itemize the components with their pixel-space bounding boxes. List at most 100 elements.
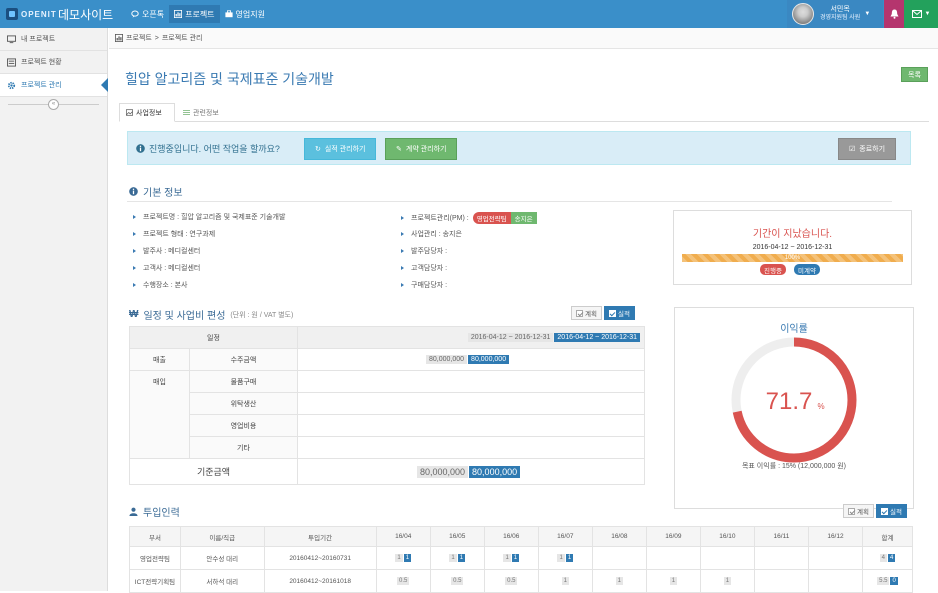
nav-item-label: 영업지원 <box>235 9 265 19</box>
cell-name: 안수성 대리 <box>179 546 265 570</box>
cell-month <box>753 546 809 570</box>
status-badge-contract: 미계약 <box>794 264 820 275</box>
site-title[interactable]: 데모사이트 <box>58 6 113 23</box>
sidebar-item-project-status[interactable]: 프로젝트 현황 <box>0 51 107 74</box>
cell-month <box>591 546 647 570</box>
cell-month: 1 <box>591 569 647 593</box>
info-project-name: 프로젝트명 : 힐압 알고리즘 및 국제표준 기술개발 <box>133 212 285 222</box>
infobar-text: 진행중입니다. 어떤 작업을 할까요? <box>149 143 280 154</box>
period-dates: 2016-04-12 ~ 2016-12-31 <box>752 244 833 251</box>
total-actual: 4 <box>887 554 896 562</box>
notification-button[interactable] <box>884 0 904 28</box>
nav-item-opentalk[interactable]: 오픈톡 <box>126 5 169 23</box>
sidebar-collapse: « <box>0 97 107 111</box>
cell-total: 5.5 0 <box>861 569 914 593</box>
cell-name: 서하석 대리 <box>179 569 265 593</box>
section-title: 투입인력 <box>143 508 180 519</box>
breadcrumb-separator: > <box>154 34 159 42</box>
value-plan: 80,000,000 <box>426 355 468 364</box>
cell-month: 11 <box>537 546 593 570</box>
profit-gauge: 71.7 % <box>731 337 857 463</box>
month-actual: 1 <box>511 554 520 562</box>
sidebar-item-my-projects[interactable]: 내 프로젝트 <box>0 28 107 51</box>
pm-label: 프로젝트관리(PM) : <box>411 215 469 222</box>
toggle-plan[interactable]: 계획 <box>571 306 602 320</box>
cell-dept: 영업전략팀 <box>129 546 181 570</box>
target-profit-note: 목표 이익률 : 15% (12,000,000 원) <box>741 463 846 470</box>
toggle-label: 계획 <box>585 311 597 318</box>
section-title: 기본 정보 <box>143 188 183 199</box>
check-square-icon: ☑ <box>849 146 856 153</box>
cell-month <box>645 546 701 570</box>
table-row: 영업전략팀 안수성 대리 20160412~20160731 1 1 1 1 1 1 1 1 4 4 <box>129 546 914 570</box>
table-header-row: 부서 이름/직급 투입기간 16/04 16/05 16/06 16/07 16/08 16/0… <box>129 526 914 547</box>
row-label: 영업비용 <box>189 414 298 437</box>
chart-icon <box>115 34 123 42</box>
month-plan: 1 <box>503 554 511 562</box>
toggle-plan[interactable]: 계획 <box>843 504 874 518</box>
value-cell <box>297 414 645 437</box>
info-customer: 고객사 : 메디컬센터 <box>133 263 200 273</box>
period-progress-bar: 100% <box>682 254 903 262</box>
user-menu[interactable]: 서민목 경영지원팀 사원 ▼ <box>787 0 883 28</box>
month-plan: 1 <box>395 554 403 562</box>
column-header: 16/04 <box>375 526 431 547</box>
total-values: 80,000,000 80,000,000 <box>297 458 645 485</box>
info-purchase-contact: 구매담당자 : <box>401 280 447 290</box>
tab-label: 관련정보 <box>193 109 219 117</box>
breadcrumb-current: 프로젝트 관리 <box>161 35 203 42</box>
complete-button[interactable]: ☑ 종료하기 <box>838 138 897 160</box>
caret-down-icon: ▼ <box>864 11 871 17</box>
value-cell <box>297 436 645 459</box>
total-label: 기준금액 <box>129 458 298 485</box>
month-plan: 0.5 <box>397 577 410 585</box>
info-location: 수행장소 : 본사 <box>133 280 187 290</box>
divider <box>127 201 892 202</box>
button-label: 종료하기 <box>859 146 886 153</box>
checkbox-icon <box>608 309 616 317</box>
nav-item-project[interactable]: 프로젝트 <box>169 5 220 23</box>
period-values: 2016-04-12 ~ 2016-12-31 2016-04-12 ~ 201… <box>297 326 645 349</box>
sidebar-item-label: 내 프로젝트 <box>21 36 56 43</box>
pm-team-tag: 영업전략팀 <box>472 212 511 224</box>
value-actual: 80,000,000 <box>468 355 510 364</box>
toggle-label: 실적 <box>889 509 902 516</box>
budget-view-toggle: 계획 실적 <box>571 306 635 320</box>
profit-value: 71.7 <box>766 388 813 415</box>
staff-table: 부서 이름/직급 투입기간 16/04 16/05 16/06 16/07 16/08 16/0… <box>129 526 914 593</box>
sidebar-item-project-manage[interactable]: 프로젝트 관리 <box>0 74 108 97</box>
bell-icon <box>890 9 898 19</box>
column-header: 부서 <box>129 526 181 547</box>
cell-period: 20160412~20160731 <box>263 546 377 570</box>
message-button[interactable]: ▼ <box>904 0 938 28</box>
month-plan: 1 <box>615 577 624 585</box>
link-icon: ✎ <box>396 146 402 153</box>
logo[interactable]: OPENIT <box>6 6 57 22</box>
tab-related-info[interactable]: 관련정보 <box>177 103 233 122</box>
value-cell <box>297 392 645 415</box>
period-status-panel: 기간이 지났습니다. 2016-04-12 ~ 2016-12-31 100% … <box>673 210 912 285</box>
briefcase-icon <box>224 10 233 18</box>
tab-business-info[interactable]: 사업정보 <box>119 103 175 122</box>
toggle-actual[interactable]: 실적 <box>875 504 907 518</box>
cell-total: 44 <box>861 546 914 570</box>
info-icon <box>136 143 145 153</box>
manage-contract-button[interactable]: ✎ 계약 관리하기 <box>385 138 458 160</box>
staff-heading: 투입인력 <box>129 504 180 519</box>
breadcrumb-root[interactable]: 프로젝트 <box>126 33 152 43</box>
info-orderer-contact: 발주담당자 : <box>401 246 447 256</box>
main-nav: 오픈톡 프로젝트 영업지원 <box>126 5 270 23</box>
list-button[interactable]: 목록 <box>901 67 928 82</box>
column-header: 16/10 <box>699 526 755 547</box>
manage-execution-button[interactable]: ↻ 실적 관리하기 <box>304 138 377 160</box>
nav-item-sales[interactable]: 영업지원 <box>220 5 270 23</box>
cell-month: 0.5 <box>375 569 431 593</box>
user-icon <box>129 507 138 516</box>
period-plan: 2016-04-12 ~ 2016-12-31 <box>467 333 554 342</box>
info-pm: 프로젝트관리(PM) : 영업전략팀 송지은 <box>401 212 537 224</box>
top-navbar: OPENIT 데모사이트 오픈톡 프로젝트 영업지원 서민목 경영지원팀 사원 … <box>0 0 938 28</box>
toggle-actual[interactable]: 실적 <box>603 306 635 320</box>
cell-dept: ICT전략기획팀 <box>129 569 181 593</box>
collapse-left-icon[interactable]: « <box>48 98 59 110</box>
column-header: 16/12 <box>807 526 863 547</box>
